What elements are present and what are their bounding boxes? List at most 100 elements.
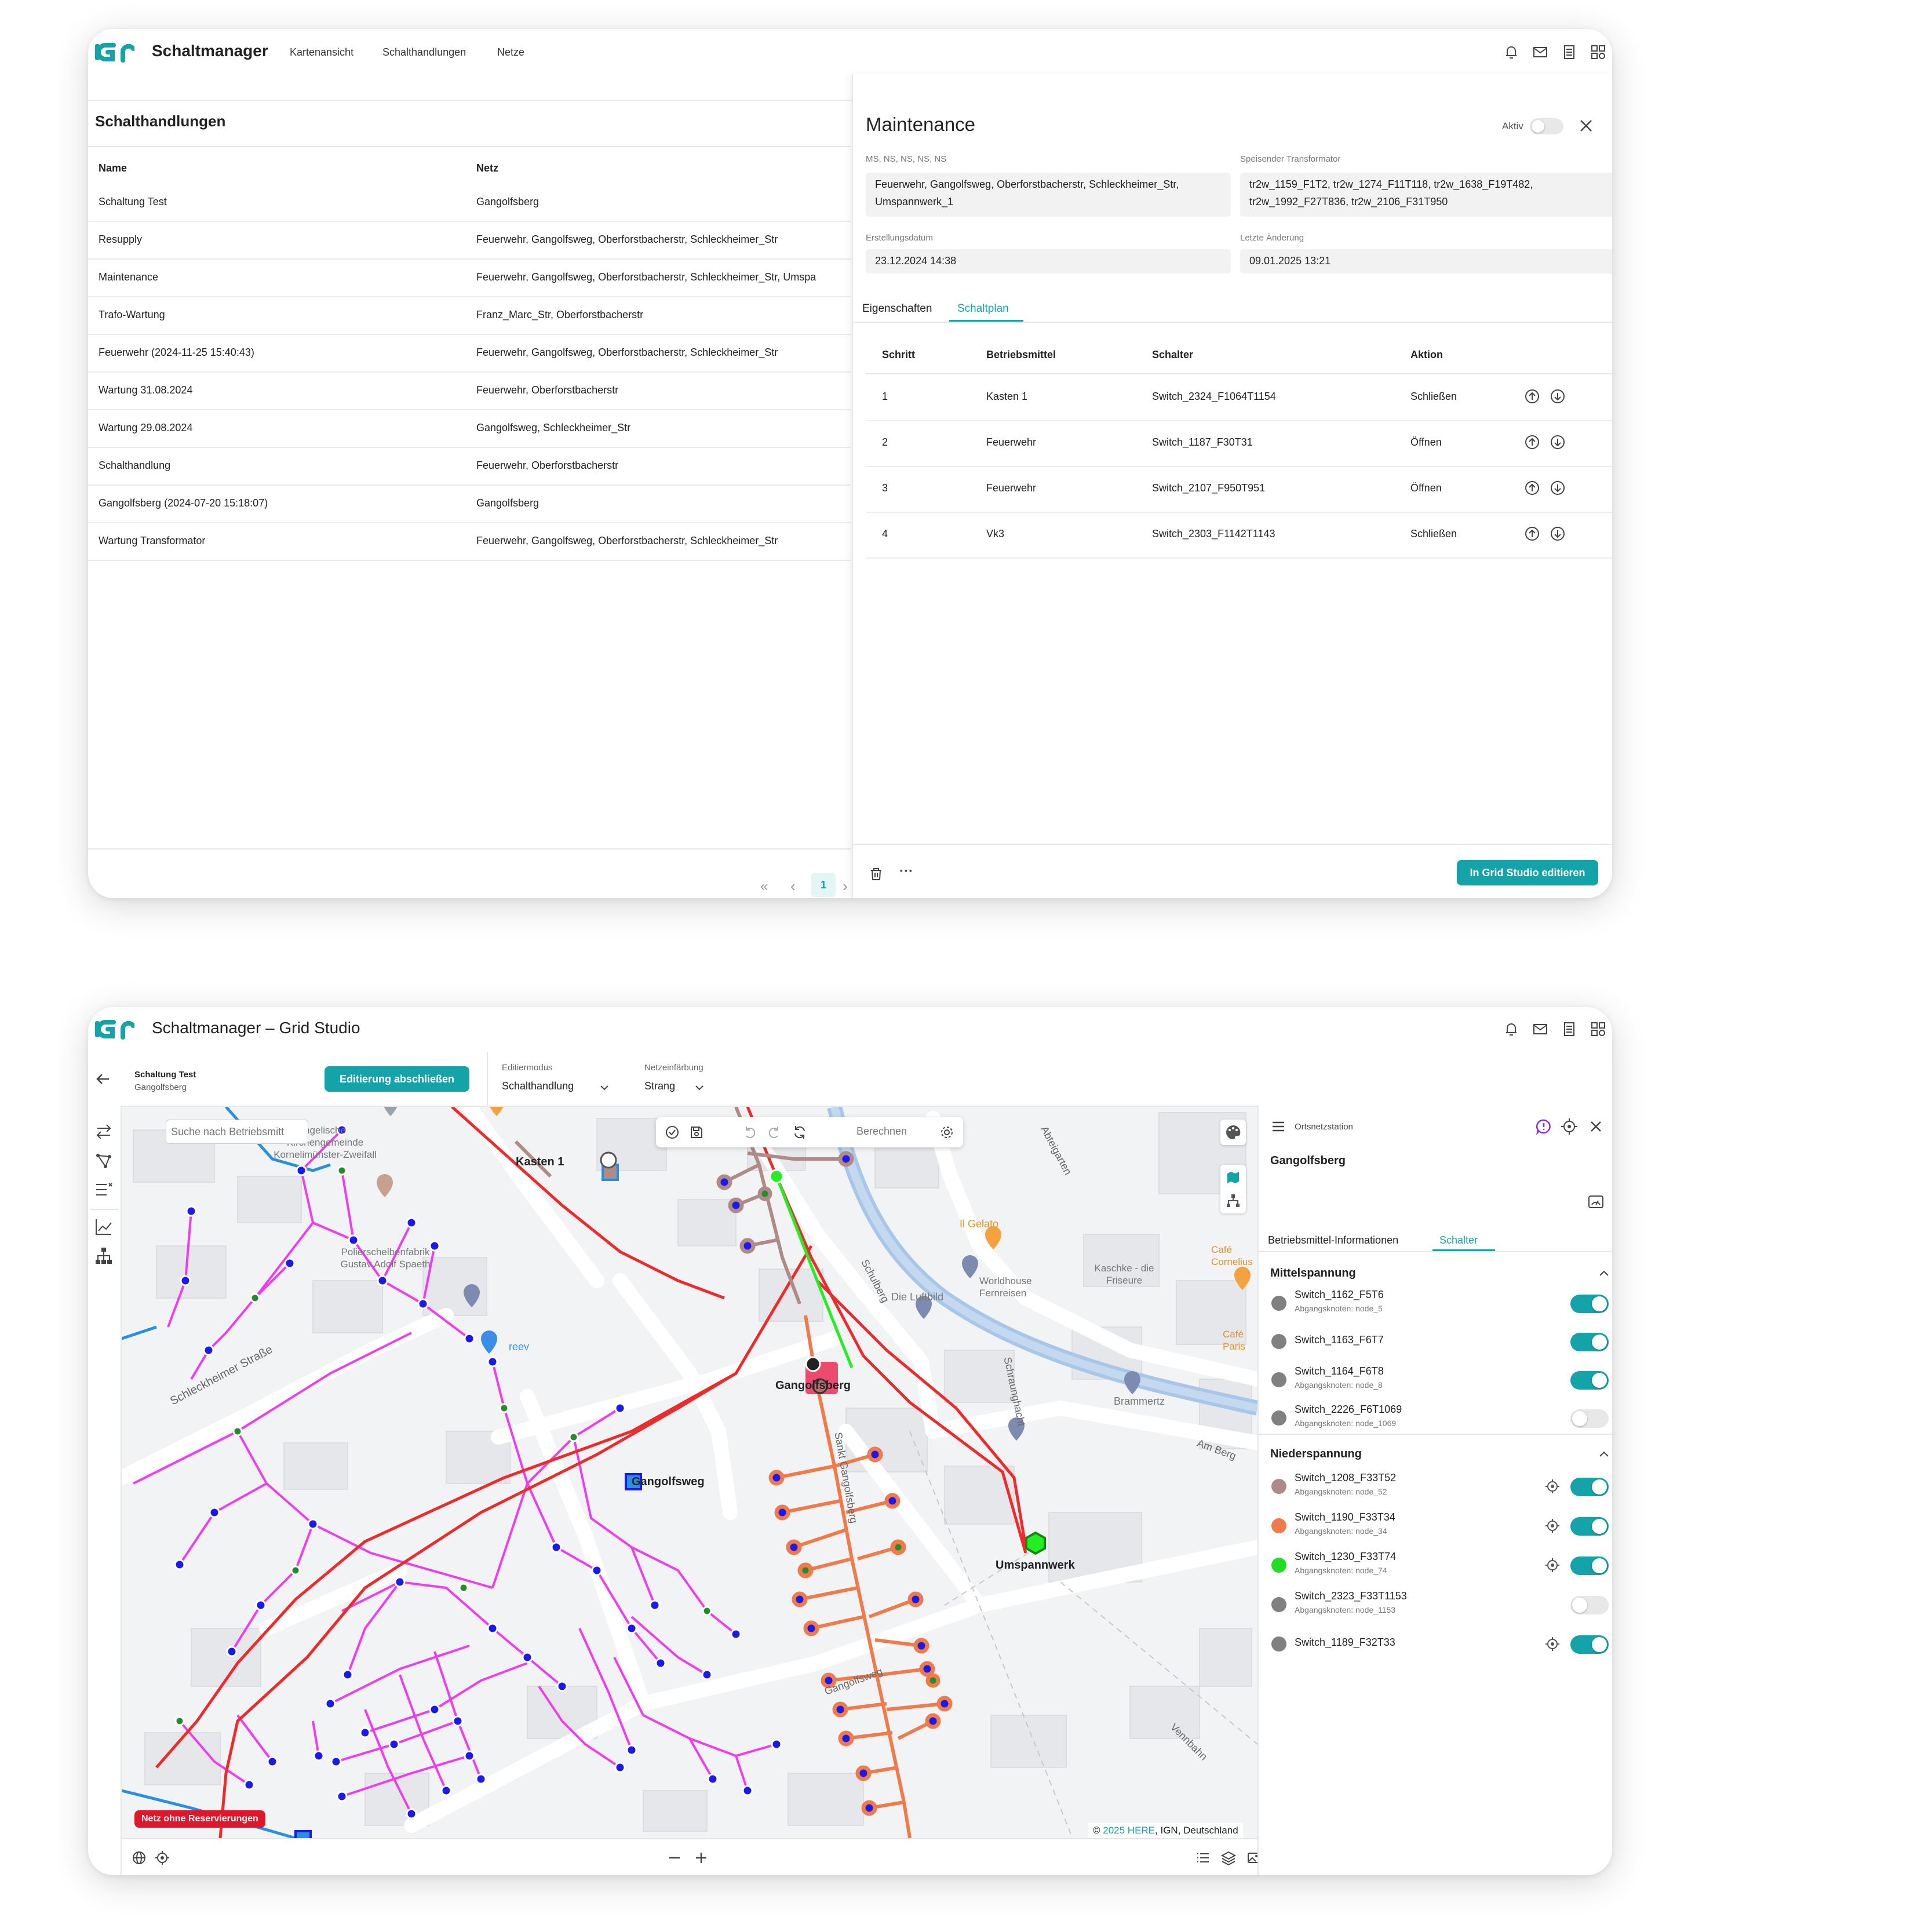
list-icon[interactable]	[1195, 1850, 1211, 1866]
move-up-icon[interactable]	[1524, 480, 1540, 496]
switch-toggle[interactable]	[1570, 1517, 1609, 1536]
switch-toggle[interactable]	[1570, 1409, 1609, 1428]
table-row[interactable]: Trafo-Wartung Franz_Marc_Str, Oberforstba…	[88, 296, 851, 335]
move-up-icon[interactable]	[1524, 526, 1540, 542]
zoom-in-icon[interactable]	[693, 1850, 709, 1866]
chart-icon[interactable]	[94, 1217, 114, 1237]
compute-button[interactable]: Berechnen	[856, 1125, 907, 1138]
check-circle-icon[interactable]	[664, 1124, 680, 1140]
move-up-icon[interactable]	[1524, 388, 1540, 404]
apps-icon[interactable]	[1589, 43, 1607, 61]
palette-icon[interactable]	[1220, 1120, 1246, 1145]
table-row[interactable]: Resupply Feuerwehr, Gangolfsweg, Oberfors…	[88, 221, 851, 260]
aktiv-toggle[interactable]	[1530, 118, 1563, 134]
layers-icon[interactable]	[1220, 1850, 1237, 1866]
trash-icon[interactable]	[868, 866, 884, 882]
tab-schaltplan[interactable]: Schaltplan	[957, 302, 1009, 315]
gear-icon[interactable]	[939, 1124, 955, 1140]
globe-icon[interactable]	[131, 1850, 147, 1866]
bell-icon[interactable]	[1502, 1020, 1521, 1038]
chevron-down-icon[interactable]	[693, 1081, 706, 1094]
table-row[interactable]: Wartung Transformator Feuerwehr, Gangolfs…	[88, 522, 851, 561]
switch-toggle[interactable]	[1570, 1556, 1609, 1575]
map-label-gangolfsberg[interactable]: Gangolfsberg	[775, 1379, 851, 1393]
save-icon[interactable]	[688, 1124, 705, 1140]
color-select[interactable]: Strang	[644, 1080, 675, 1092]
switch-toggle[interactable]	[1570, 1478, 1609, 1496]
map-view-icon[interactable]	[1225, 1169, 1241, 1186]
search-box[interactable]	[166, 1120, 308, 1144]
network-map[interactable]: Kasten 1 Gangolfsberg Gangolfsweg Umspan…	[122, 1107, 1257, 1838]
tab-eigenschaften[interactable]: Eigenschaften	[862, 302, 932, 315]
step-schritt: 3	[882, 482, 888, 494]
table-row[interactable]: Schaltung Test Gangolfsberg	[88, 183, 851, 222]
mail-icon[interactable]	[1531, 43, 1550, 61]
locate-switch-icon[interactable]	[1544, 1517, 1561, 1534]
table-row[interactable]: Wartung 29.08.2024 Gangolfsweg, Schleckhe…	[88, 409, 851, 448]
menu-icon[interactable]	[1270, 1118, 1286, 1135]
move-down-icon[interactable]	[1550, 434, 1566, 450]
move-down-icon[interactable]	[1550, 526, 1566, 542]
gauge-icon[interactable]	[1587, 1193, 1605, 1211]
edit-in-grid-studio-button[interactable]: In Grid Studio editieren	[1457, 860, 1598, 885]
table-row[interactable]: Wartung 31.08.2024 Feuerwehr, Oberforstba…	[88, 371, 851, 410]
chevron-up-icon[interactable]	[1597, 1448, 1611, 1461]
here-link[interactable]: 2025 HERE	[1103, 1825, 1155, 1836]
locate-switch-icon[interactable]	[1544, 1635, 1561, 1653]
locate-icon[interactable]	[154, 1850, 170, 1866]
switch-toggle[interactable]	[1570, 1596, 1609, 1614]
move-down-icon[interactable]	[1550, 480, 1566, 496]
schematic-view-icon[interactable]	[1225, 1193, 1241, 1209]
map-label-gangolfsweg[interactable]: Gangolfsweg	[632, 1475, 705, 1489]
pagination-prev[interactable]: ‹	[790, 877, 796, 895]
pagination-page[interactable]: 1	[811, 873, 836, 897]
table-row[interactable]: Feuerwehr (2024-11-25 15:40:43) Feuerwehr…	[88, 334, 851, 373]
table-row[interactable]: Gangolfsberg (2024-07-20 15:18:07) Gangol…	[88, 484, 851, 523]
move-up-icon[interactable]	[1524, 434, 1540, 450]
switch-toggle[interactable]	[1570, 1333, 1609, 1351]
comment-alert-icon[interactable]	[1534, 1117, 1553, 1136]
hierarchy-icon[interactable]	[94, 1246, 114, 1266]
zoom-out-icon[interactable]	[666, 1850, 683, 1866]
apps-icon[interactable]	[1589, 1020, 1607, 1038]
document-icon[interactable]	[1560, 43, 1579, 61]
undo-icon[interactable]	[742, 1124, 758, 1140]
map-label-kasten[interactable]: Kasten 1	[516, 1155, 564, 1169]
map-label-umspannwerk[interactable]: Umspannwerk	[996, 1559, 1075, 1572]
close-icon[interactable]	[1577, 117, 1595, 134]
tab-schalter[interactable]: Schalter	[1439, 1234, 1478, 1246]
swap-icon[interactable]	[94, 1122, 114, 1142]
network-icon[interactable]	[94, 1151, 114, 1171]
nav-schalthandlungen[interactable]: Schalthandlungen	[382, 46, 466, 59]
nav-kartenansicht[interactable]: Kartenansicht	[290, 46, 353, 59]
mail-icon[interactable]	[1531, 1020, 1550, 1038]
search-input[interactable]	[170, 1122, 304, 1141]
switch-toggle[interactable]	[1570, 1635, 1609, 1654]
table-row[interactable]: Maintenance Feuerwehr, Gangolfsweg, Oberf…	[88, 258, 851, 297]
finish-editing-button[interactable]: Editierung abschließen	[325, 1066, 469, 1092]
mode-select[interactable]: Schalthandlung	[502, 1080, 574, 1092]
tab-betriebsmittel-info[interactable]: Betriebsmittel-Informationen	[1268, 1234, 1398, 1246]
table-row[interactable]: Schalthandlung Feuerwehr, Oberforstbacher…	[88, 447, 851, 486]
bell-icon[interactable]	[1502, 43, 1521, 61]
switch-toggle[interactable]	[1570, 1371, 1609, 1390]
redo-icon[interactable]	[766, 1124, 782, 1140]
pagination-first[interactable]: «	[760, 878, 768, 895]
locate-switch-icon[interactable]	[1544, 1556, 1561, 1574]
list-settings-icon[interactable]	[94, 1180, 114, 1200]
close-icon[interactable]	[1587, 1117, 1605, 1136]
chevron-down-icon[interactable]	[598, 1081, 611, 1094]
document-icon[interactable]	[1560, 1020, 1579, 1038]
switch-toggle[interactable]	[1570, 1295, 1609, 1313]
chevron-up-icon[interactable]	[1597, 1267, 1611, 1281]
refresh-icon[interactable]	[792, 1124, 808, 1140]
target-icon[interactable]	[1560, 1117, 1579, 1136]
app-title: Schaltmanager	[152, 42, 268, 60]
nav-netze[interactable]: Netze	[497, 46, 524, 59]
map-canvas[interactable]	[122, 1107, 1257, 1838]
more-icon[interactable]: ···	[899, 863, 913, 880]
locate-switch-icon[interactable]	[1544, 1478, 1561, 1495]
back-arrow-icon[interactable]	[94, 1070, 112, 1088]
move-down-icon[interactable]	[1550, 388, 1566, 404]
pagination-next[interactable]: ›	[843, 877, 848, 895]
